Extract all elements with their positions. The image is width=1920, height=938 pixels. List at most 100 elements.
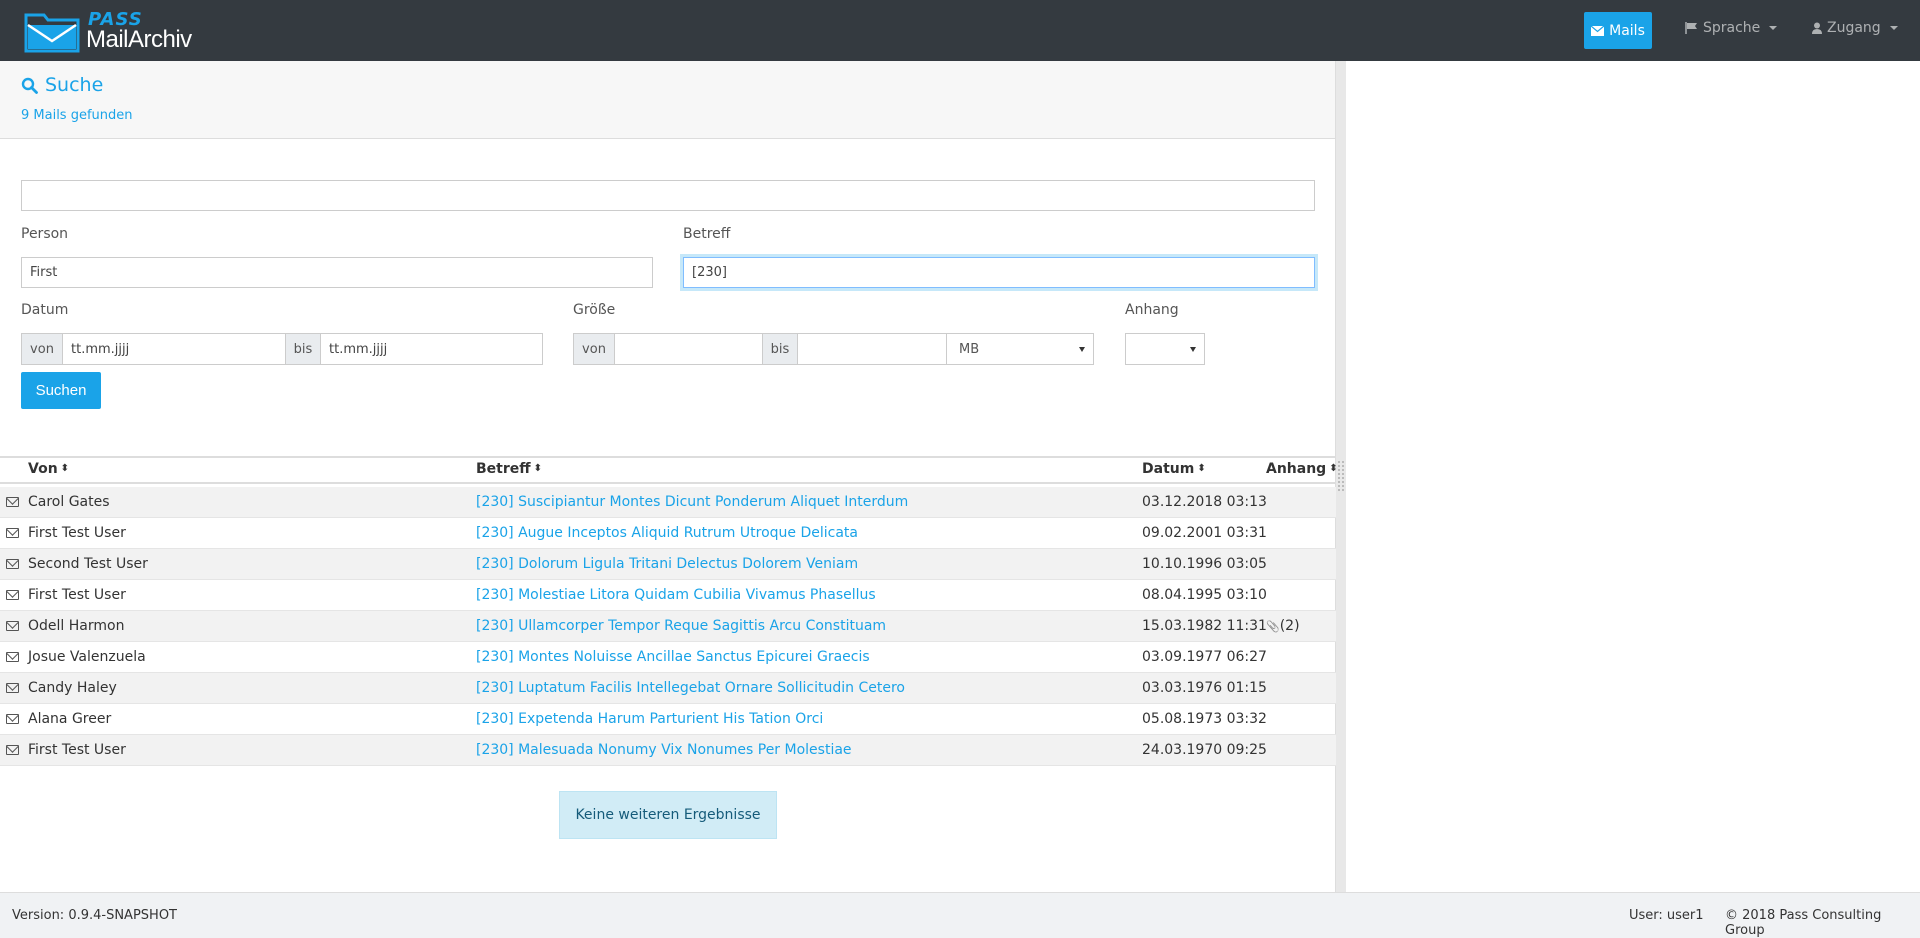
- table-row[interactable]: Carol Gates [230] Suscipiantur Montes Dic…: [0, 487, 1336, 518]
- column-header-date-label: Datum: [1142, 461, 1195, 477]
- access-dropdown[interactable]: Zugang: [1812, 20, 1898, 36]
- chevron-down-icon: [1769, 26, 1778, 30]
- table-row[interactable]: Alana Greer [230] Expetenda Harum Parturi…: [0, 704, 1336, 735]
- table-row[interactable]: Odell Harmon [230] Ullamcorper Tempor Req…: [0, 611, 1336, 642]
- person-input[interactable]: First: [21, 257, 653, 288]
- top-navbar: PASS MailArchiv Mails Sprache Zugang: [0, 0, 1920, 61]
- cell-from: Josue Valenzuela: [28, 649, 146, 665]
- column-header-from[interactable]: Von ⬍: [28, 461, 69, 477]
- envelope-icon: [6, 745, 19, 755]
- table-row[interactable]: Candy Haley [230] Luptatum Facilis Intell…: [0, 673, 1336, 704]
- cell-subject-link[interactable]: [230] Montes Noluisse Ancillae Sanctus E…: [476, 649, 870, 665]
- cell-date: 03.12.2018 03:13: [1142, 494, 1267, 510]
- size-to-addon: bis: [762, 333, 798, 365]
- subject-label: Betreff: [683, 226, 731, 242]
- envelope-icon: [6, 683, 19, 693]
- cell-subject-link[interactable]: [230] Dolorum Ligula Tritani Delectus Do…: [476, 556, 858, 572]
- cell-from: First Test User: [28, 525, 126, 541]
- envelope-icon: [6, 497, 19, 507]
- cell-date: 08.04.1995 03:10: [1142, 587, 1267, 603]
- search-button[interactable]: Suchen: [21, 372, 101, 409]
- date-from-addon: von: [21, 333, 63, 365]
- size-from-addon: von: [573, 333, 615, 365]
- person-label: Person: [21, 226, 69, 242]
- size-label: Größe: [573, 302, 616, 318]
- cell-subject-link[interactable]: [230] Malesuada Nonumy Vix Nonumes Per M…: [476, 742, 852, 758]
- sort-icon: ⬍: [1329, 463, 1338, 474]
- size-from-input[interactable]: [614, 333, 763, 365]
- cell-attachment[interactable]: 📎(2): [1266, 618, 1300, 634]
- cell-subject-link[interactable]: [230] Suscipiantur Montes Dicunt Ponderu…: [476, 494, 908, 510]
- sort-icon: ⬍: [1197, 463, 1206, 474]
- envelope-icon: [6, 621, 19, 631]
- date-from-input[interactable]: tt.mm.jjjj: [62, 333, 286, 365]
- envelope-icon: [6, 590, 19, 600]
- cell-subject-link[interactable]: [230] Ullamcorper Tempor Reque Sagittis …: [476, 618, 886, 634]
- table-row[interactable]: Second Test User [230] Dolorum Ligula Tri…: [0, 549, 1336, 580]
- cell-date: 05.08.1973 03:32: [1142, 711, 1267, 727]
- folder-mail-icon: [24, 13, 80, 53]
- cell-subject-link[interactable]: [230] Molestiae Litora Quidam Cubilia Vi…: [476, 587, 876, 603]
- cell-from: Second Test User: [28, 556, 148, 572]
- chevron-down-icon: [1889, 26, 1898, 30]
- cell-date: 03.09.1977 06:27: [1142, 649, 1267, 665]
- column-header-subject[interactable]: Betreff ⬍: [476, 461, 542, 477]
- table-row[interactable]: First Test User [230] Molestiae Litora Qu…: [0, 580, 1336, 611]
- sort-icon: ⬍: [533, 463, 542, 474]
- date-to-addon: bis: [285, 333, 321, 365]
- envelope-icon: [6, 652, 19, 662]
- nav-mails-button[interactable]: Mails: [1584, 12, 1652, 49]
- search-header: Suche 9 Mails gefunden: [0, 61, 1335, 139]
- column-resize-handle[interactable]: [1338, 461, 1344, 491]
- nav-mails-label: Mails: [1609, 22, 1645, 39]
- date-to-input[interactable]: tt.mm.jjjj: [320, 333, 543, 365]
- size-unit-value: MB: [959, 341, 980, 357]
- paperclip-icon: 📎: [1266, 620, 1280, 633]
- envelope-icon: [6, 714, 19, 724]
- cell-date: 09.02.2001 03:31: [1142, 525, 1267, 541]
- user-text: User: user1: [1629, 908, 1704, 923]
- cell-date: 15.03.1982 11:31: [1142, 618, 1267, 634]
- version-text: Version: 0.9.4-SNAPSHOT: [12, 908, 177, 923]
- copyright-text: © 2018 Pass Consulting Group: [1725, 908, 1882, 938]
- cell-subject-link[interactable]: [230] Augue Inceptos Aliquid Rutrum Utro…: [476, 525, 858, 541]
- cell-from: Candy Haley: [28, 680, 117, 696]
- cell-date: 03.03.1976 01:15: [1142, 680, 1267, 696]
- search-icon: [21, 77, 38, 94]
- cell-subject-link[interactable]: [230] Luptatum Facilis Intellegebat Orna…: [476, 680, 905, 696]
- envelope-icon: [6, 528, 19, 538]
- user-icon: [1812, 22, 1822, 34]
- column-header-attachment-label: Anhang: [1266, 461, 1327, 477]
- cell-from: First Test User: [28, 587, 126, 603]
- table-row[interactable]: First Test User [230] Augue Inceptos Aliq…: [0, 518, 1336, 549]
- date-label: Datum: [21, 302, 69, 318]
- result-count: 9 Mails gefunden: [21, 108, 133, 123]
- table-row[interactable]: First Test User [230] Malesuada Nonumy Vi…: [0, 735, 1336, 766]
- cell-date: 10.10.1996 03:05: [1142, 556, 1267, 572]
- cell-subject-link[interactable]: [230] Expetenda Harum Parturient His Tat…: [476, 711, 823, 727]
- subject-input[interactable]: [230]: [683, 257, 1315, 288]
- no-more-results-alert: Keine weiteren Ergebnisse: [559, 791, 777, 839]
- size-to-input[interactable]: [797, 333, 947, 365]
- access-label: Zugang: [1827, 20, 1881, 36]
- language-dropdown[interactable]: Sprache: [1685, 20, 1778, 36]
- attachment-select[interactable]: [1125, 333, 1205, 365]
- cell-date: 24.03.1970 09:25: [1142, 742, 1267, 758]
- results-table-header: Von ⬍ Betreff ⬍ Datum ⬍ Anhang ⬍: [0, 456, 1338, 484]
- brand-logo[interactable]: PASS MailArchiv: [24, 9, 192, 54]
- chevron-down-icon: [1190, 347, 1196, 352]
- title-text: Suche: [45, 74, 104, 96]
- sort-icon: ⬍: [60, 463, 70, 474]
- attachment-label: Anhang: [1125, 302, 1179, 318]
- flag-icon: [1685, 22, 1697, 34]
- column-header-attachment[interactable]: Anhang ⬍: [1266, 461, 1338, 477]
- language-label: Sprache: [1703, 20, 1761, 36]
- table-row[interactable]: Josue Valenzuela [230] Montes Noluisse An…: [0, 642, 1336, 673]
- attachment-count: (2): [1279, 618, 1300, 634]
- fulltext-search-input[interactable]: [21, 180, 1315, 211]
- chevron-down-icon: [1079, 347, 1085, 352]
- page-title: Suche: [21, 74, 103, 96]
- size-unit-select[interactable]: MB: [946, 333, 1094, 365]
- cell-from: Odell Harmon: [28, 618, 125, 634]
- column-header-date[interactable]: Datum ⬍: [1142, 461, 1206, 477]
